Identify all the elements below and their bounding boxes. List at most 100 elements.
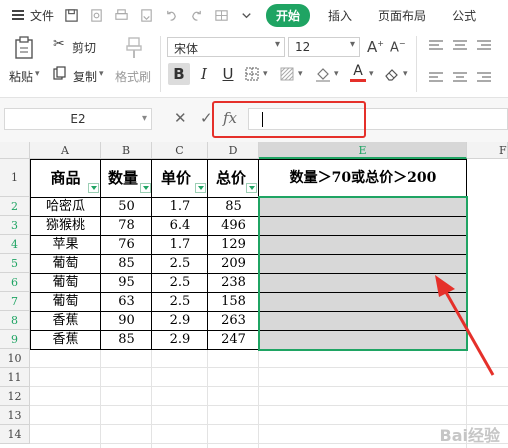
- table-cell[interactable]: 1.7: [152, 197, 208, 216]
- row-header-12[interactable]: 12: [0, 387, 30, 406]
- row-header-2[interactable]: 2: [0, 197, 30, 216]
- fill-pattern-icon[interactable]: [280, 67, 294, 81]
- table-cell[interactable]: 85: [208, 197, 259, 216]
- font-size-select[interactable]: 12 ▾: [288, 37, 360, 57]
- print-preview-icon[interactable]: [88, 7, 104, 23]
- row-header-6[interactable]: 6: [0, 273, 30, 292]
- column-header-c[interactable]: C: [152, 142, 208, 159]
- align-top-icon[interactable]: [429, 40, 443, 52]
- format-painter-button[interactable]: 格式刷: [115, 68, 151, 85]
- align-middle-icon[interactable]: [453, 40, 467, 52]
- row-header-13[interactable]: 13: [0, 406, 30, 425]
- row-header-10[interactable]: 10: [0, 349, 30, 368]
- row-header-7[interactable]: 7: [0, 292, 30, 311]
- table-cell[interactable]: 葡萄: [30, 292, 101, 311]
- underline-button[interactable]: U: [217, 63, 239, 85]
- fill-color-dropdown-icon[interactable]: ▾: [334, 69, 339, 79]
- file-menu[interactable]: 文件: [30, 7, 54, 24]
- name-box[interactable]: E2 ▾: [4, 108, 152, 130]
- table-cell[interactable]: 葡萄: [30, 273, 101, 292]
- cancel-icon[interactable]: ✕: [174, 109, 187, 127]
- row-header-8[interactable]: 8: [0, 311, 30, 330]
- column-header-f[interactable]: F: [467, 142, 508, 159]
- row-header-9[interactable]: 9: [0, 330, 30, 349]
- row-header-1[interactable]: 1: [0, 159, 30, 197]
- filter-dropdown-icon[interactable]: [246, 183, 257, 193]
- copy-dropdown-icon[interactable]: ▾: [99, 69, 104, 79]
- table-cell[interactable]: 哈密瓜: [30, 197, 101, 216]
- table-cell[interactable]: 85: [101, 330, 152, 349]
- fill-color-icon[interactable]: [315, 66, 331, 82]
- table-cell[interactable]: 2.5: [152, 254, 208, 273]
- filter-dropdown-icon[interactable]: [140, 183, 151, 193]
- table-cell[interactable]: 85: [101, 254, 152, 273]
- borders-icon[interactable]: [245, 67, 259, 81]
- italic-button[interactable]: I: [193, 63, 215, 85]
- table-cell[interactable]: 76: [101, 235, 152, 254]
- table-cell[interactable]: 2.5: [152, 273, 208, 292]
- table-cell[interactable]: 158: [208, 292, 259, 311]
- paste-dropdown-icon[interactable]: ▾: [35, 69, 40, 79]
- select-all-corner[interactable]: [0, 142, 30, 159]
- fill-pattern-dropdown-icon[interactable]: ▾: [298, 69, 303, 79]
- table-cell[interactable]: 2.5: [152, 292, 208, 311]
- table-cell[interactable]: 496: [208, 216, 259, 235]
- table-cell[interactable]: 2.9: [152, 311, 208, 330]
- decrease-font-icon[interactable]: A−: [390, 39, 406, 55]
- eraser-dropdown-icon[interactable]: ▾: [403, 69, 408, 79]
- table-cell[interactable]: 209: [208, 254, 259, 273]
- row-header-4[interactable]: 4: [0, 235, 30, 254]
- format-painter-icon[interactable]: [124, 36, 144, 60]
- table-cell[interactable]: 129: [208, 235, 259, 254]
- cut-button[interactable]: 剪切: [72, 39, 96, 56]
- font-color-icon[interactable]: A: [350, 64, 366, 82]
- font-color-dropdown-icon[interactable]: ▾: [369, 69, 374, 79]
- table-cell[interactable]: 50: [101, 197, 152, 216]
- tab-insert[interactable]: 插入: [328, 7, 352, 24]
- row-header-5[interactable]: 5: [0, 254, 30, 273]
- table-cell[interactable]: 2.9: [152, 330, 208, 349]
- row-header-14[interactable]: 14: [0, 425, 30, 444]
- align-left-icon[interactable]: [429, 72, 443, 84]
- print-icon[interactable]: [113, 7, 129, 23]
- column-header-b[interactable]: B: [101, 142, 152, 159]
- filter-dropdown-icon[interactable]: [195, 183, 206, 193]
- menu-icon[interactable]: [12, 10, 24, 20]
- table-style-icon[interactable]: [213, 7, 229, 23]
- filter-dropdown-icon[interactable]: [88, 183, 99, 193]
- table-cell[interactable]: 95: [101, 273, 152, 292]
- tab-home[interactable]: 开始: [266, 3, 311, 27]
- table-cell[interactable]: 78: [101, 216, 152, 235]
- borders-dropdown-icon[interactable]: ▾: [263, 69, 268, 79]
- align-center-icon[interactable]: [453, 72, 467, 84]
- redo-icon[interactable]: [188, 7, 204, 23]
- row-header-3[interactable]: 3: [0, 216, 30, 235]
- table-cell[interactable]: 香蕉: [30, 330, 101, 349]
- copy-button[interactable]: 复制: [73, 68, 97, 85]
- table-cell[interactable]: 247: [208, 330, 259, 349]
- table-cell[interactable]: 238: [208, 273, 259, 292]
- bold-button[interactable]: B: [168, 63, 190, 85]
- paste-icon[interactable]: [13, 36, 35, 60]
- row-header-11[interactable]: 11: [0, 368, 30, 387]
- paste-button[interactable]: 粘贴: [9, 68, 33, 85]
- tab-formulas[interactable]: 公式: [452, 7, 476, 24]
- confirm-icon[interactable]: ✓: [200, 109, 213, 127]
- align-right-icon[interactable]: [477, 72, 491, 84]
- table-cell[interactable]: 63: [101, 292, 152, 311]
- table-cell[interactable]: 猕猴桃: [30, 216, 101, 235]
- table-cell[interactable]: 1.7: [152, 235, 208, 254]
- table-cell[interactable]: 葡萄: [30, 254, 101, 273]
- header-condition[interactable]: 数量＞70或总价＞200: [259, 159, 467, 197]
- table-cell[interactable]: 263: [208, 311, 259, 330]
- spreadsheet-grid[interactable]: A B C D E F 1 2 3 4 5 6 7 8 9 10 11 12 1…: [0, 142, 508, 448]
- font-name-select[interactable]: 宋体 ▾: [167, 37, 285, 57]
- column-header-e[interactable]: E: [259, 142, 467, 159]
- table-cell[interactable]: 香蕉: [30, 311, 101, 330]
- table-cell[interactable]: 90: [101, 311, 152, 330]
- table-cell[interactable]: 6.4: [152, 216, 208, 235]
- eraser-icon[interactable]: [384, 66, 400, 82]
- tab-page-layout[interactable]: 页面布局: [378, 7, 426, 24]
- save-icon[interactable]: [63, 7, 79, 23]
- column-header-a[interactable]: A: [30, 142, 101, 159]
